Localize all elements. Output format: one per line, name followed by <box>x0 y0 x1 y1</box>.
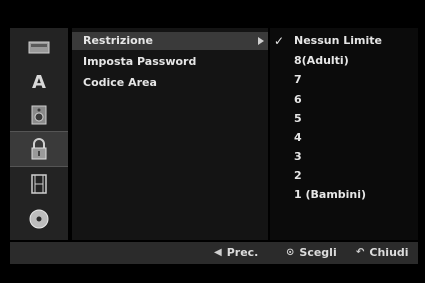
disc-tray-icon <box>28 41 50 54</box>
setup-category-column: A <box>10 28 68 240</box>
select-label: Scegli <box>299 246 337 259</box>
prev-hint[interactable]: ◀ Prec. <box>214 242 258 264</box>
menu-item-restrizione[interactable]: Restrizione <box>72 32 268 50</box>
enter-circle-icon: ⊙ <box>286 247 295 258</box>
speaker-icon <box>31 105 47 125</box>
category-lock[interactable] <box>10 131 68 167</box>
close-hint[interactable]: ↶ Chiudi <box>356 242 409 264</box>
select-hint[interactable]: ⊙ Scegli <box>286 242 337 264</box>
menu-item-codice-area[interactable]: Codice Area <box>72 74 268 92</box>
lock-icon <box>31 138 47 160</box>
option-item[interactable]: 4 <box>270 129 418 147</box>
option-label: 8(Adulti) <box>294 54 349 67</box>
category-audio[interactable] <box>10 98 68 132</box>
film-strip-icon <box>31 174 47 194</box>
language-a-icon: A <box>32 72 46 91</box>
option-item[interactable]: 5 <box>270 110 418 128</box>
option-label: 1 (Bambini) <box>294 188 367 201</box>
svg-text:A: A <box>32 72 46 91</box>
close-label: Chiudi <box>369 246 409 259</box>
category-video[interactable] <box>10 167 68 201</box>
option-label: 7 <box>294 73 302 86</box>
option-label: 6 <box>294 93 302 106</box>
menu-item-imposta-password[interactable]: Imposta Password <box>72 53 268 71</box>
option-item[interactable]: 2 <box>270 167 418 185</box>
submenu-panel: Restrizione Imposta Password Codice Area <box>72 28 268 240</box>
option-label: 2 <box>294 169 302 182</box>
option-label: 3 <box>294 150 302 163</box>
menu-item-label: Restrizione <box>83 34 153 47</box>
category-disc-tray[interactable] <box>10 30 68 64</box>
return-icon: ↶ <box>356 247 365 258</box>
chevron-right-icon <box>258 37 264 45</box>
prev-label: Prec. <box>226 246 259 259</box>
rating-options-panel: ✓ Nessun Limite 8(Adulti) 7 6 5 4 3 2 1 … <box>270 28 418 240</box>
option-label: 5 <box>294 112 302 125</box>
option-item[interactable]: 1 (Bambini) <box>270 186 418 204</box>
disc-icon <box>29 209 49 229</box>
option-item[interactable]: 3 <box>270 148 418 166</box>
dvd-setup-screen: A Restrizione Imposta Password Codice Ar… <box>0 0 425 283</box>
option-item[interactable]: 7 <box>270 71 418 89</box>
checkmark-icon: ✓ <box>274 34 285 48</box>
option-label: Nessun Limite <box>294 34 382 47</box>
option-item[interactable]: 8(Adulti) <box>270 52 418 70</box>
menu-item-label: Codice Area <box>83 76 157 89</box>
category-language[interactable]: A <box>10 64 68 98</box>
footer-bar: ◀ Prec. ⊙ Scegli ↶ Chiudi <box>10 242 418 264</box>
category-disc[interactable] <box>10 202 68 236</box>
menu-item-label: Imposta Password <box>83 55 197 68</box>
option-item[interactable]: 6 <box>270 91 418 109</box>
option-item[interactable]: ✓ Nessun Limite <box>270 32 418 50</box>
option-label: 4 <box>294 131 302 144</box>
arrow-left-icon: ◀ <box>214 247 222 258</box>
